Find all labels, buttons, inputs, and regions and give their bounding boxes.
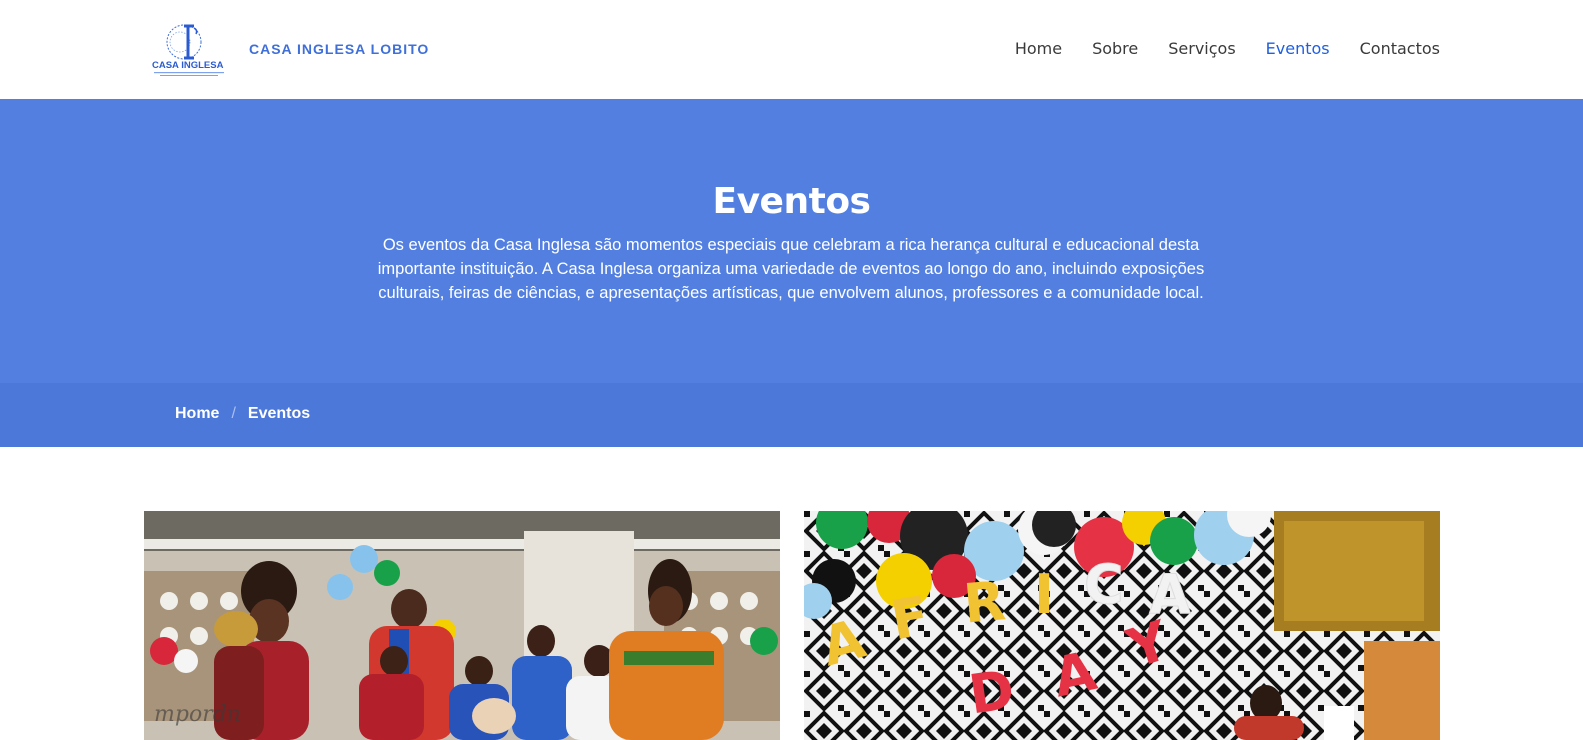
breadcrumb-current: Eventos xyxy=(247,405,311,422)
letter-r: R xyxy=(961,569,1008,635)
main-nav: Home Sobre Serviços Eventos Contactos xyxy=(1015,38,1440,60)
breadcrumb-separator: / xyxy=(231,405,236,422)
svg-text:mpordn: mpordn xyxy=(154,702,241,727)
brand-name[interactable]: CASA INGLESA LOBITO xyxy=(249,41,429,57)
breadcrumb-home[interactable]: Home xyxy=(175,405,219,423)
letter-i: I xyxy=(1034,563,1054,626)
letter-c: C xyxy=(1084,553,1124,616)
nav-contactos[interactable]: Contactos xyxy=(1360,38,1440,60)
letter-d: D xyxy=(965,658,1018,727)
logo-text: CASA INGLESA xyxy=(152,60,224,71)
nav-servicos[interactable]: Serviços xyxy=(1168,38,1235,60)
page-title: Eventos xyxy=(712,181,871,222)
breadcrumb: Home / Eventos xyxy=(0,383,1583,447)
event-photo-africa-day[interactable]: A F R I C A D A Y xyxy=(804,511,1440,740)
nav-home[interactable]: Home xyxy=(1015,38,1062,60)
casa-inglesa-logo[interactable]: CASA INGLESA xyxy=(150,22,228,80)
site-header: CASA INGLESA CASA INGLESA LOBITO Home So… xyxy=(0,0,1583,99)
hero-description: Os eventos da Casa Inglesa são momentos … xyxy=(377,236,1205,302)
event-photo-group[interactable]: mpordn xyxy=(144,511,780,740)
nav-eventos[interactable]: Eventos xyxy=(1266,38,1330,60)
nav-sobre[interactable]: Sobre xyxy=(1092,38,1138,60)
hero-banner: Eventos Os eventos da Casa Inglesa são m… xyxy=(0,99,1583,383)
